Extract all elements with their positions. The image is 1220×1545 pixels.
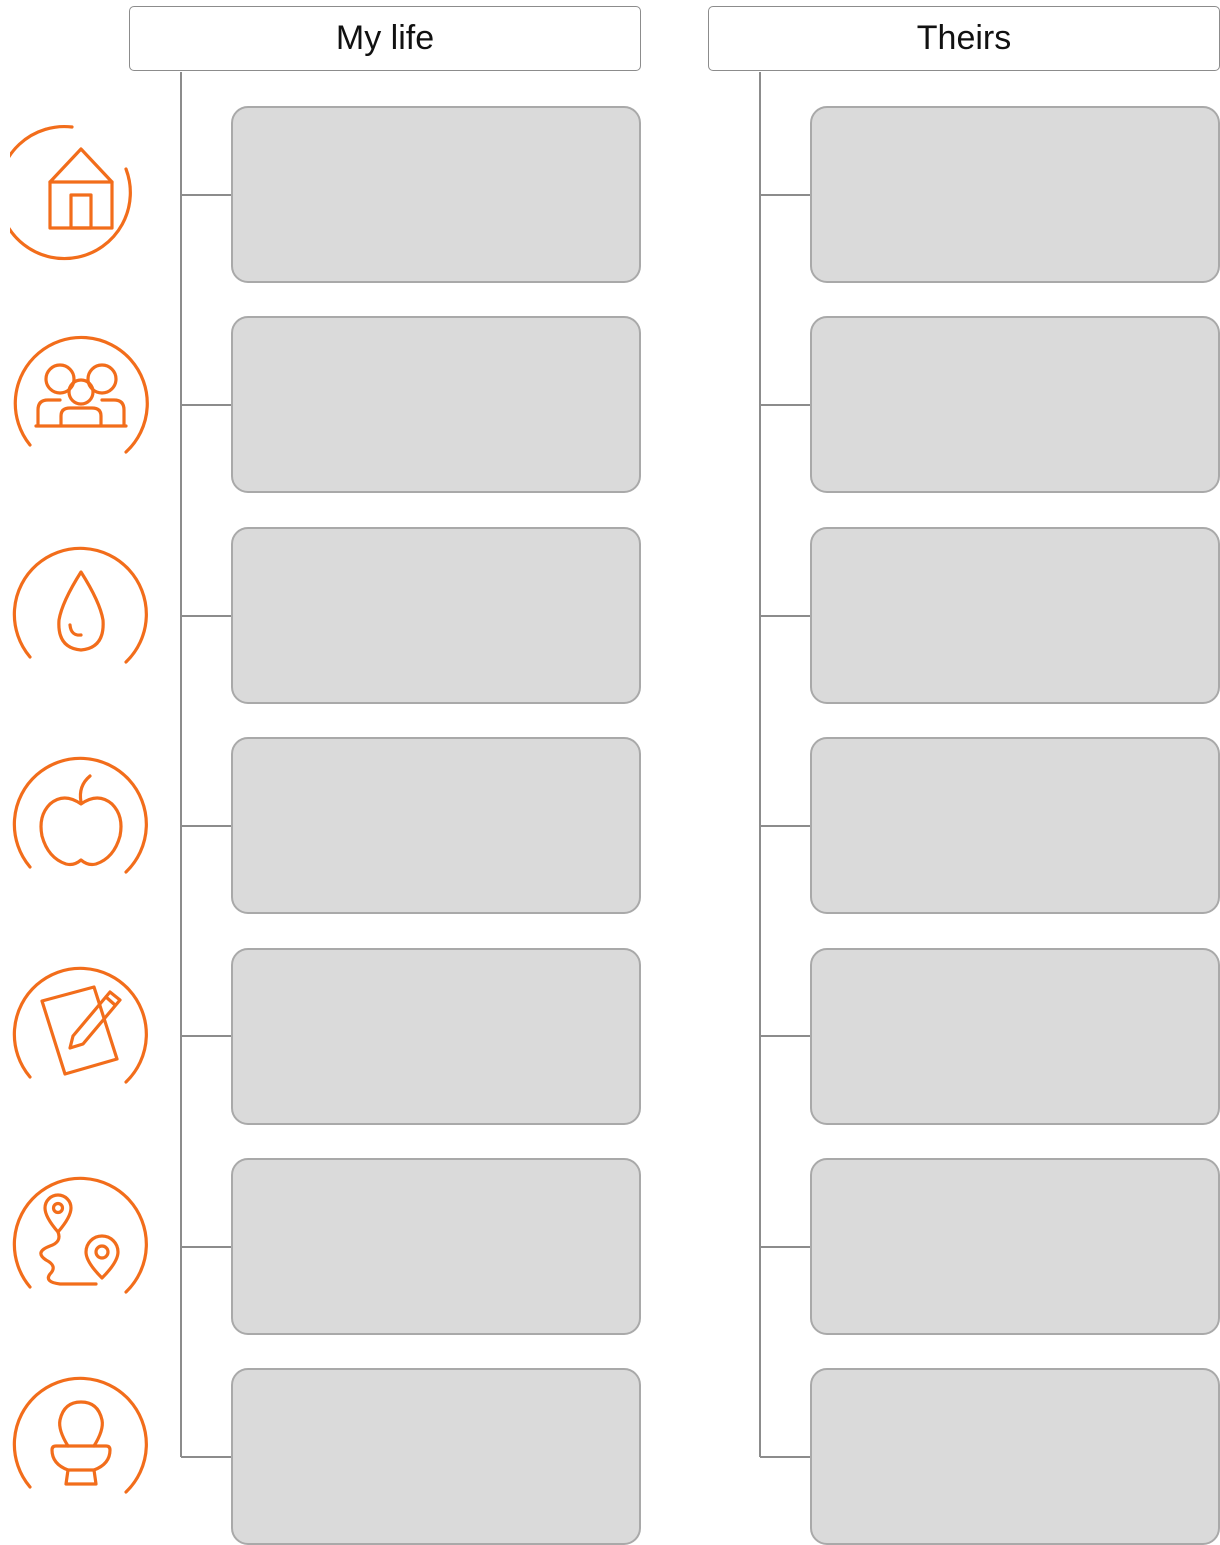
theirs-card-travel[interactable] xyxy=(810,1158,1220,1335)
water-drop-icon xyxy=(12,546,148,664)
apple-icon xyxy=(12,756,148,874)
theirs-card-water[interactable] xyxy=(810,527,1220,704)
my-life-card-home[interactable] xyxy=(231,106,641,283)
my-life-header: My life xyxy=(129,6,641,71)
notepad-pencil-icon xyxy=(12,966,148,1084)
my-life-card-sanitation[interactable] xyxy=(231,1368,641,1545)
theirs-card-family[interactable] xyxy=(810,316,1220,493)
house-icon xyxy=(10,124,132,261)
toilet-icon xyxy=(12,1376,148,1494)
my-life-card-food[interactable] xyxy=(231,737,641,914)
family-icon xyxy=(13,335,149,454)
route-map-pins-icon xyxy=(12,1176,148,1294)
theirs-card-sanitation[interactable] xyxy=(810,1368,1220,1545)
my-life-card-family[interactable] xyxy=(231,316,641,493)
theirs-card-home[interactable] xyxy=(810,106,1220,283)
my-life-card-travel[interactable] xyxy=(231,1158,641,1335)
theirs-card-education[interactable] xyxy=(810,948,1220,1125)
my-life-card-water[interactable] xyxy=(231,527,641,704)
theirs-card-food[interactable] xyxy=(810,737,1220,914)
theirs-header: Theirs xyxy=(708,6,1220,71)
my-life-card-education[interactable] xyxy=(231,948,641,1125)
